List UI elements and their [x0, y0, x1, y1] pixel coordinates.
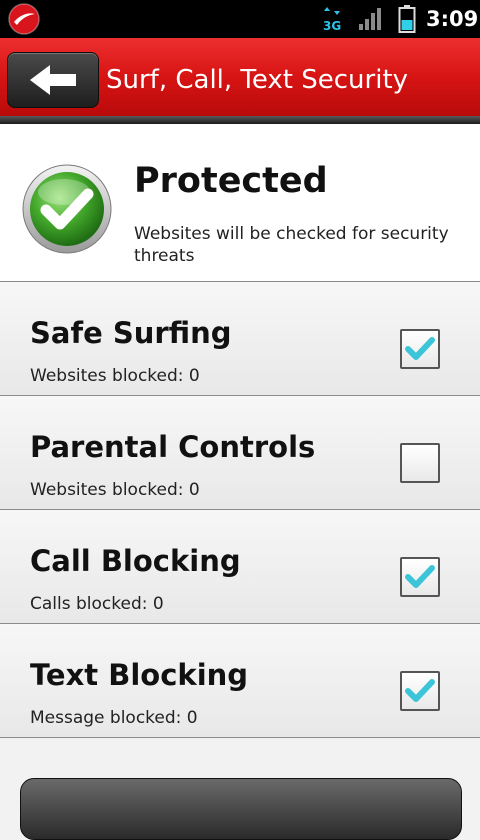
- call-blocking-row[interactable]: Call Blocking Calls blocked: 0: [0, 510, 480, 624]
- checkmark-icon: [405, 337, 435, 360]
- safe-surfing-checkbox[interactable]: [400, 329, 440, 369]
- row-title: Call Blocking: [30, 544, 241, 578]
- arrow-left-icon: [30, 65, 76, 95]
- status-bar: 3G 3:09: [0, 0, 480, 38]
- bottom-action-button[interactable]: [20, 778, 462, 840]
- checkmark-icon: [405, 679, 435, 702]
- text-blocking-row[interactable]: Text Blocking Message blocked: 0: [0, 624, 480, 738]
- parental-controls-row[interactable]: Parental Controls Websites blocked: 0: [0, 396, 480, 510]
- page-title: Surf, Call, Text Security: [106, 65, 409, 95]
- row-title: Safe Surfing: [30, 316, 232, 350]
- parental-controls-checkbox[interactable]: [400, 443, 440, 483]
- row-subtitle: Message blocked: 0: [30, 708, 198, 728]
- call-blocking-checkbox[interactable]: [400, 557, 440, 597]
- clock: 3:09: [426, 7, 479, 31]
- green-check-icon: [22, 164, 112, 254]
- 3g-data-icon: 3G: [323, 7, 341, 32]
- trend-micro-logo-icon: [8, 3, 40, 35]
- battery-icon: [398, 5, 416, 33]
- back-button[interactable]: [7, 52, 99, 108]
- status-title: Protected: [134, 161, 328, 201]
- row-title: Parental Controls: [30, 430, 316, 464]
- text-blocking-checkbox[interactable]: [400, 671, 440, 711]
- signal-strength-icon: [359, 8, 381, 30]
- title-bar: Surf, Call, Text Security: [0, 38, 480, 124]
- row-title: Text Blocking: [30, 658, 249, 692]
- svg-text:3G: 3G: [323, 19, 341, 32]
- row-subtitle: Websites blocked: 0: [30, 480, 200, 500]
- status-description: Websites will be checked for security th…: [134, 224, 449, 266]
- protection-status-card: Protected Websites will be checked for s…: [0, 124, 480, 282]
- row-subtitle: Websites blocked: 0: [30, 366, 200, 386]
- row-subtitle: Calls blocked: 0: [30, 594, 164, 614]
- checkmark-icon: [405, 565, 435, 588]
- safe-surfing-row[interactable]: Safe Surfing Websites blocked: 0: [0, 282, 480, 396]
